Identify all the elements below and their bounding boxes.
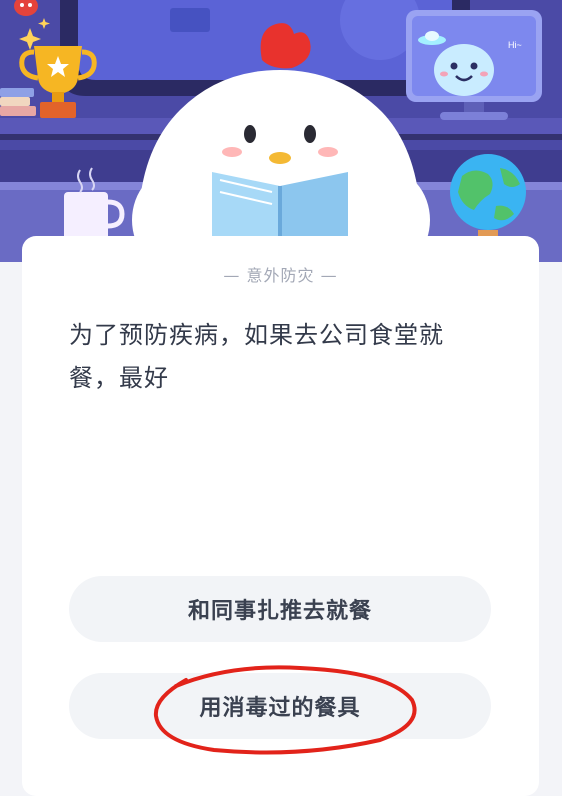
category-label: 意外防灾 xyxy=(246,266,315,285)
answer-option-1[interactable]: 和同事扎推去就餐 xyxy=(69,576,491,642)
answer-option-label: 用消毒过的餐具 xyxy=(199,696,361,721)
header-illustration: Hi~ xyxy=(0,0,562,262)
right-eye xyxy=(304,125,316,143)
answer-option-label: 和同事扎推去就餐 xyxy=(187,599,372,624)
category-dash-left: — xyxy=(223,266,247,285)
question-text: 为了预防疾病，如果去公司食堂就餐，最好 xyxy=(69,321,444,392)
left-eye xyxy=(244,125,256,143)
category-dash-right: — xyxy=(314,266,338,285)
question-card: — 意外防灾 — 为了预防疾病，如果去公司食堂就餐，最好 和同事扎推去就餐 用消… xyxy=(22,236,539,796)
category-header: — 意外防灾 — xyxy=(22,262,539,286)
monitor-greeting: Hi~ xyxy=(508,40,522,50)
beak-icon xyxy=(269,152,291,164)
answer-option-2[interactable]: 用消毒过的餐具 xyxy=(69,673,491,739)
